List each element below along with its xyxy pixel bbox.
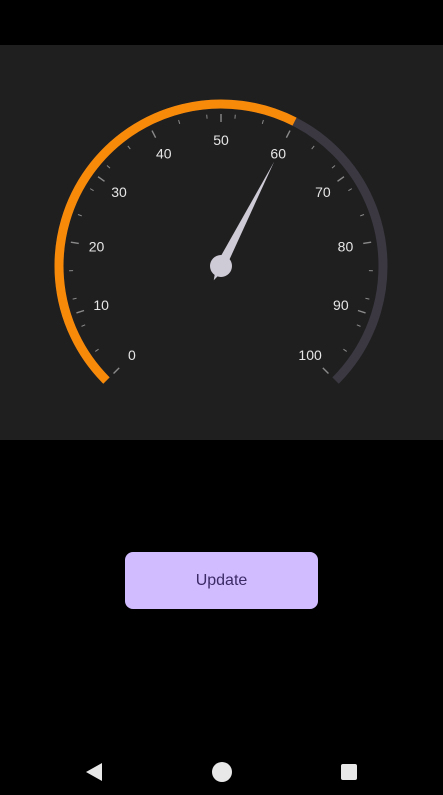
gauge-minor-tick [72, 297, 77, 300]
gauge-needle-knob [210, 255, 232, 277]
gauge-tick-label: 80 [338, 238, 354, 254]
gauge-minor-tick [348, 188, 353, 192]
gauge-panel: 0 10 20 30 40 50 60 70 80 90 100 [0, 45, 443, 440]
gauge-major-tick [113, 367, 120, 374]
gauge-major-tick [322, 367, 329, 374]
gauge-ticks [69, 114, 373, 374]
gauge-major-tick [151, 130, 157, 139]
gauge-major-tick [76, 309, 85, 314]
gauge-minor-tick [356, 324, 361, 327]
home-circle-icon [212, 762, 232, 782]
gauge-major-tick [97, 176, 105, 182]
app-screen: 0 10 20 30 40 50 60 70 80 90 100 Update [0, 0, 443, 795]
gauge-tick-label: 90 [333, 297, 349, 313]
gauge-minor-tick [95, 348, 99, 352]
gauge-major-tick [337, 176, 345, 182]
nav-back-button[interactable] [82, 760, 106, 784]
gauge-tick-label: 50 [213, 132, 229, 148]
gauge-needle [210, 161, 275, 281]
recent-apps-square-icon [341, 764, 357, 780]
gauge-tick-labels: 0 10 20 30 40 50 60 70 80 90 100 [89, 132, 354, 363]
gauge-tick-label: 20 [89, 238, 105, 254]
gauge-tick-label: 40 [156, 146, 172, 162]
gauge-tick-label: 30 [111, 184, 127, 200]
speed-gauge: 0 10 20 30 40 50 60 70 80 90 100 [54, 99, 388, 384]
gauge-tick-label: 60 [270, 146, 286, 162]
back-triangle-icon [86, 763, 102, 781]
gauge-minor-tick [178, 119, 181, 125]
gauge-minor-tick [365, 297, 370, 300]
gauge-tick-label: 10 [93, 297, 109, 313]
gauge-minor-tick [89, 188, 94, 192]
gauge-minor-tick [331, 165, 336, 169]
nav-recent-apps-button[interactable] [337, 760, 361, 784]
gauge-minor-tick [311, 145, 315, 150]
gauge-minor-tick [261, 119, 264, 125]
gauge-minor-tick [77, 214, 82, 217]
gauge-major-tick [363, 241, 372, 245]
gauge-major-tick [357, 309, 366, 314]
update-button[interactable]: Update [125, 552, 318, 609]
gauge-minor-tick [81, 324, 86, 327]
system-navigation-bar [0, 745, 443, 795]
gauge-tick-label: 70 [315, 184, 331, 200]
gauge-major-tick [285, 130, 291, 139]
gauge-minor-tick [106, 165, 111, 169]
gauge-minor-tick [343, 348, 347, 352]
gauge-major-tick [70, 241, 79, 245]
gauge-minor-tick [360, 214, 365, 217]
nav-home-button[interactable] [210, 760, 234, 784]
gauge-tick-label: 0 [128, 347, 136, 363]
gauge-tick-label: 100 [298, 347, 322, 363]
gauge-minor-tick [127, 145, 131, 150]
